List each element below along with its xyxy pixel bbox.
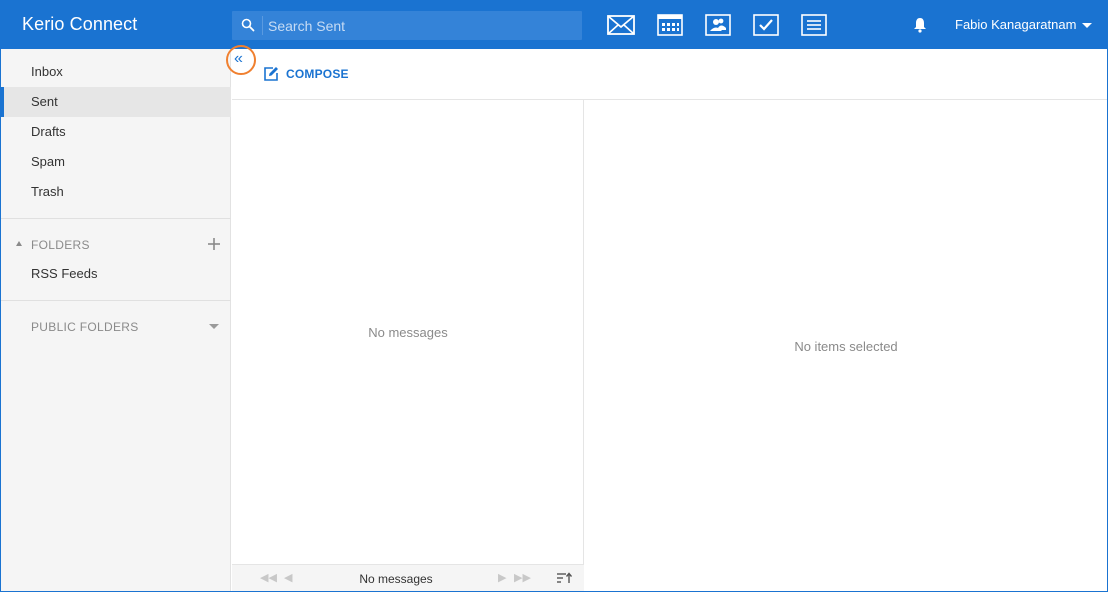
double-chevron-left-icon: « xyxy=(234,50,243,67)
compose-icon xyxy=(264,67,278,81)
module-calendar-button[interactable] xyxy=(656,12,684,38)
chevron-down-icon xyxy=(1082,22,1093,28)
mail-icon xyxy=(607,15,635,35)
sidebar-divider xyxy=(1,218,231,219)
next-page-icon[interactable]: ▶ xyxy=(498,572,506,584)
sidebar-item-rss-feeds[interactable]: RSS Feeds xyxy=(1,259,231,289)
empty-preview-message: No items selected xyxy=(794,339,898,354)
public-folders-section-title[interactable]: PUBLIC FOLDERS xyxy=(31,320,139,334)
search-box[interactable] xyxy=(232,11,582,40)
notes-icon xyxy=(801,14,827,36)
bell-icon[interactable] xyxy=(913,17,927,33)
module-contacts-button[interactable] xyxy=(704,12,732,38)
collapse-triangle-icon[interactable] xyxy=(16,241,22,246)
search-separator xyxy=(262,16,263,35)
compose-button[interactable]: COMPOSE xyxy=(263,66,349,82)
sort-icon[interactable] xyxy=(556,572,572,584)
contacts-icon xyxy=(705,14,731,36)
module-notes-button[interactable] xyxy=(800,12,828,38)
calendar-icon xyxy=(657,14,683,36)
sidebar-item-spam[interactable]: Spam xyxy=(1,147,231,177)
sidebar: Inbox Sent Drafts Spam Trash FOLDERS RSS… xyxy=(1,49,231,591)
pager: ◀◀ ◀ No messages ▶ ▶▶ xyxy=(232,564,584,591)
sidebar-divider xyxy=(1,300,231,301)
pager-status: No messages xyxy=(359,572,433,586)
app-title[interactable]: Kerio Connect xyxy=(22,14,137,35)
sidebar-item-trash[interactable]: Trash xyxy=(1,177,231,207)
last-page-icon[interactable]: ▶▶ xyxy=(514,572,531,584)
collapse-sidebar-button[interactable]: « xyxy=(226,45,256,75)
top-bar: Kerio Connect Search Sent Fabio Kanagara… xyxy=(1,1,1107,49)
user-menu[interactable]: Fabio Kanagaratnam xyxy=(955,17,1093,32)
chevron-down-icon[interactable] xyxy=(209,324,219,329)
search-icon[interactable] xyxy=(241,18,255,32)
user-name: Fabio Kanagaratnam xyxy=(955,17,1077,32)
sidebar-item-sent[interactable]: Sent xyxy=(1,87,231,117)
empty-list-message: No messages xyxy=(368,325,448,340)
folders-section-title[interactable]: FOLDERS xyxy=(31,238,90,252)
message-list: No messages ◀◀ ◀ No messages ▶ ▶▶ xyxy=(232,100,584,591)
add-folder-icon[interactable] xyxy=(207,237,221,251)
search-input[interactable] xyxy=(268,14,568,37)
module-tasks-button[interactable] xyxy=(752,12,780,38)
sidebar-item-inbox[interactable]: Inbox xyxy=(1,57,231,87)
sidebar-item-drafts[interactable]: Drafts xyxy=(1,117,231,147)
preview-pane: No items selected xyxy=(585,100,1107,591)
tasks-icon xyxy=(753,14,779,36)
toolbar: « COMPOSE xyxy=(226,45,1107,100)
compose-label: COMPOSE xyxy=(286,67,349,81)
module-mail-button[interactable] xyxy=(607,12,635,38)
